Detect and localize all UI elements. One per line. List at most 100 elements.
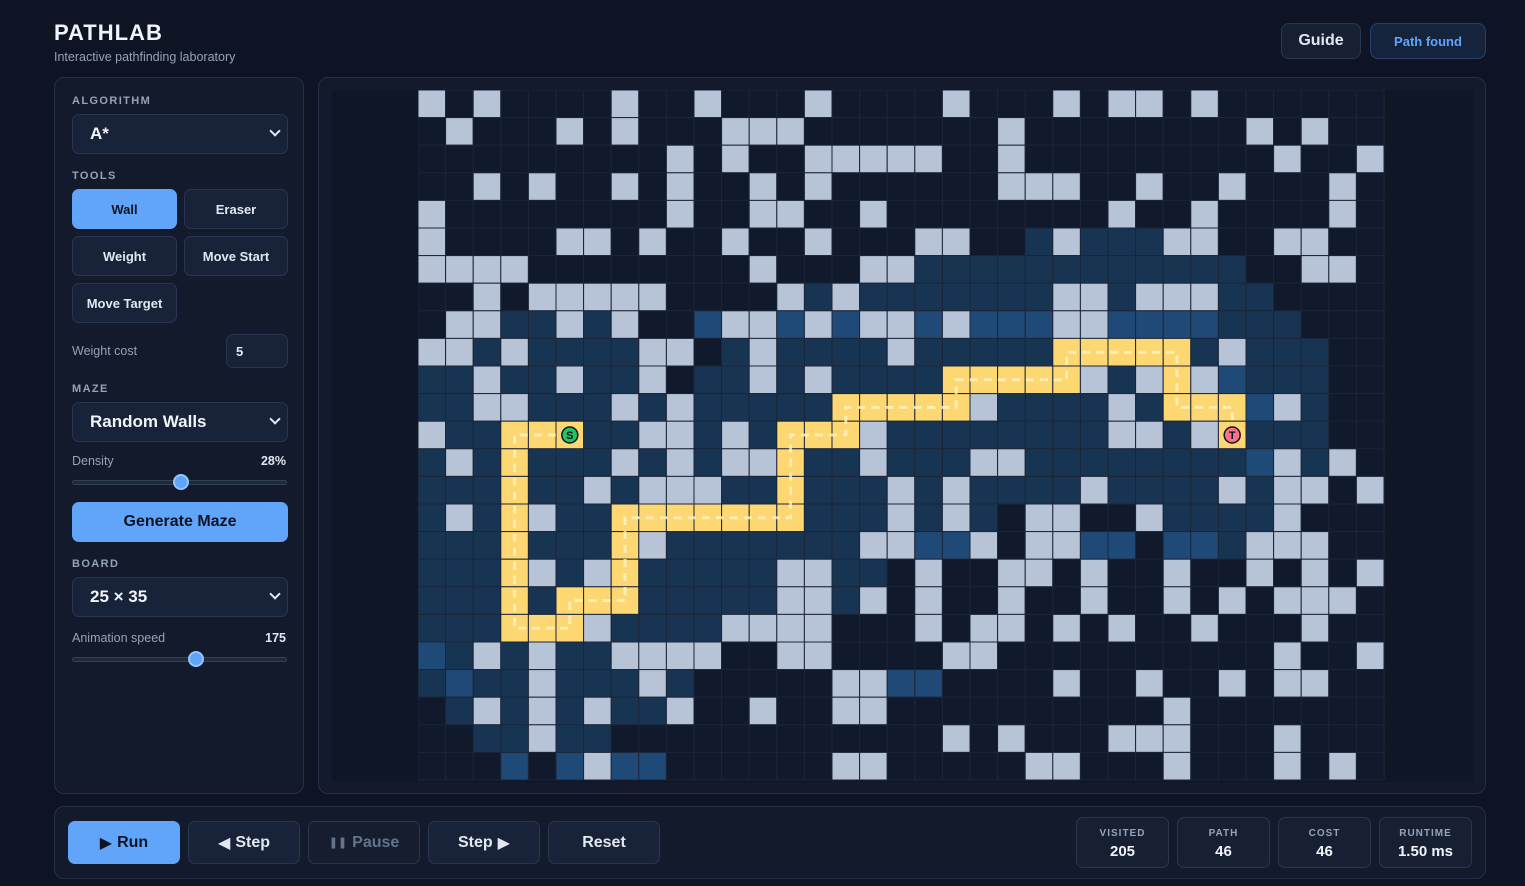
grid-cell-visited[interactable] [445,696,474,726]
grid-cell-wall[interactable] [721,144,750,174]
grid-cell-empty[interactable] [693,337,723,367]
grid-cell-wall[interactable] [527,282,557,312]
grid-cell-visited[interactable] [1245,503,1275,533]
grid-cell-wall[interactable] [1024,558,1054,588]
grid-cell-empty[interactable] [527,117,557,146]
grid-cell-empty[interactable] [1355,696,1385,726]
grid-cell-wall[interactable] [583,558,612,588]
grid-cell-empty[interactable] [969,117,999,146]
grid-cell-wall[interactable] [527,696,557,726]
grid-cell-frontier[interactable] [1190,531,1219,560]
grid-cell-visited[interactable] [638,696,667,726]
grid-cell-visited[interactable] [527,365,557,395]
grid-cell-wall[interactable] [941,724,971,753]
grid-cell-empty[interactable] [914,90,943,119]
grid-cell-visited[interactable] [418,393,447,422]
grid-cell-visited[interactable] [1300,448,1330,477]
grid-cell-visited[interactable] [1245,365,1275,395]
grid-cell-empty[interactable] [969,144,999,174]
grid-cell-wall[interactable] [555,282,585,312]
grid-cell-visited[interactable] [1190,503,1219,533]
grid-cell-empty[interactable] [997,696,1026,726]
grid-cell-empty[interactable] [886,586,916,615]
grid-cell-wall[interactable] [1273,144,1302,174]
grid-cell-visited[interactable] [445,475,474,505]
grid-cell-empty[interactable] [1300,641,1330,671]
grid-cell-empty[interactable] [776,144,805,174]
animation-speed-slider-thumb[interactable] [188,651,205,667]
grid-cell-wall[interactable] [665,337,695,367]
grid-cell-frontier[interactable] [638,751,667,781]
grid-cell-empty[interactable] [1135,144,1164,174]
grid-cell-empty[interactable] [555,199,585,229]
grid-cell-visited[interactable] [1024,337,1054,367]
density-slider-thumb[interactable] [172,474,189,490]
grid-cell-visited[interactable] [1217,282,1247,312]
grid-cell-visited[interactable] [472,531,502,560]
grid-cell-empty[interactable] [1107,117,1137,146]
grid-cell-visited[interactable] [748,475,778,505]
density-slider[interactable] [72,474,287,490]
grid-cell-wall[interactable] [748,696,778,726]
grid-cell-frontier[interactable] [1162,531,1192,560]
grid-cell-wall[interactable] [1328,448,1357,477]
grid-cell-visited[interactable] [555,669,585,698]
grid-cell-empty[interactable] [1190,724,1219,753]
grid-cell-empty[interactable] [1190,117,1219,146]
grid-cell-visited[interactable] [721,337,750,367]
grid-cell-empty[interactable] [1024,669,1054,698]
grid-cell-empty[interactable] [914,117,943,146]
grid-cell-visited[interactable] [886,448,916,477]
grid-cell-empty[interactable] [1162,669,1192,698]
grid-cell-wall[interactable] [886,475,916,505]
grid-cell-visited[interactable] [472,669,502,698]
grid-cell-empty[interactable] [472,117,502,146]
grid-cell-visited[interactable] [997,282,1026,312]
grid-cell-empty[interactable] [1273,613,1302,643]
grid-cell-visited[interactable] [665,531,695,560]
grid-cell-wall[interactable] [831,144,861,174]
grid-cell-wall[interactable] [665,448,695,477]
grid-cell-visited[interactable] [1052,255,1081,284]
grid-cell-wall[interactable] [1245,558,1275,588]
grid-cell-empty[interactable] [1052,586,1081,615]
grid-cell-empty[interactable] [941,199,971,229]
grid-cell-empty[interactable] [1107,558,1137,588]
grid-cell-empty[interactable] [1300,172,1330,201]
grid-cell-empty[interactable] [831,613,861,643]
grid-cell-wall[interactable] [472,696,502,726]
grid-cell-wall[interactable] [1217,586,1247,615]
grid-cell-empty[interactable] [1079,144,1109,174]
grid-cell-wall[interactable] [555,365,585,395]
grid-cell-empty[interactable] [1355,365,1385,395]
grid-cell-visited[interactable] [831,365,861,395]
grid-cell-wall[interactable] [583,751,612,781]
grid-cell-visited[interactable] [527,448,557,477]
grid-cell-empty[interactable] [1300,90,1330,119]
grid-cell-visited[interactable] [1052,475,1081,505]
grid-cell-wall[interactable] [1079,558,1109,588]
grid-cell-visited[interactable] [418,503,447,533]
grid-cell-wall[interactable] [555,310,585,339]
grid-cell-empty[interactable] [969,724,999,753]
grid-cell-visited[interactable] [527,337,557,367]
grid-cell-visited[interactable] [997,337,1026,367]
grid-cell-visited[interactable] [969,503,999,533]
grid-cell-wall[interactable] [1162,558,1192,588]
grid-cell-wall[interactable] [748,365,778,395]
grid-cell-wall[interactable] [555,117,585,146]
grid-cell-wall[interactable] [748,172,778,201]
grid-cell-empty[interactable] [445,172,474,201]
grid-cell-empty[interactable] [886,696,916,726]
grid-cell-visited[interactable] [886,420,916,450]
grid-cell-empty[interactable] [1328,669,1357,698]
grid-cell-empty[interactable] [1190,641,1219,671]
grid-cell-wall[interactable] [665,144,695,174]
grid-cell-wall[interactable] [997,117,1026,146]
grid-cell-wall[interactable] [721,117,750,146]
grid-cell-visited[interactable] [886,365,916,395]
grid-cell-empty[interactable] [1328,282,1357,312]
grid-cell-empty[interactable] [555,255,585,284]
grid-cell-visited[interactable] [527,310,557,339]
grid-cell-visited[interactable] [693,393,723,422]
